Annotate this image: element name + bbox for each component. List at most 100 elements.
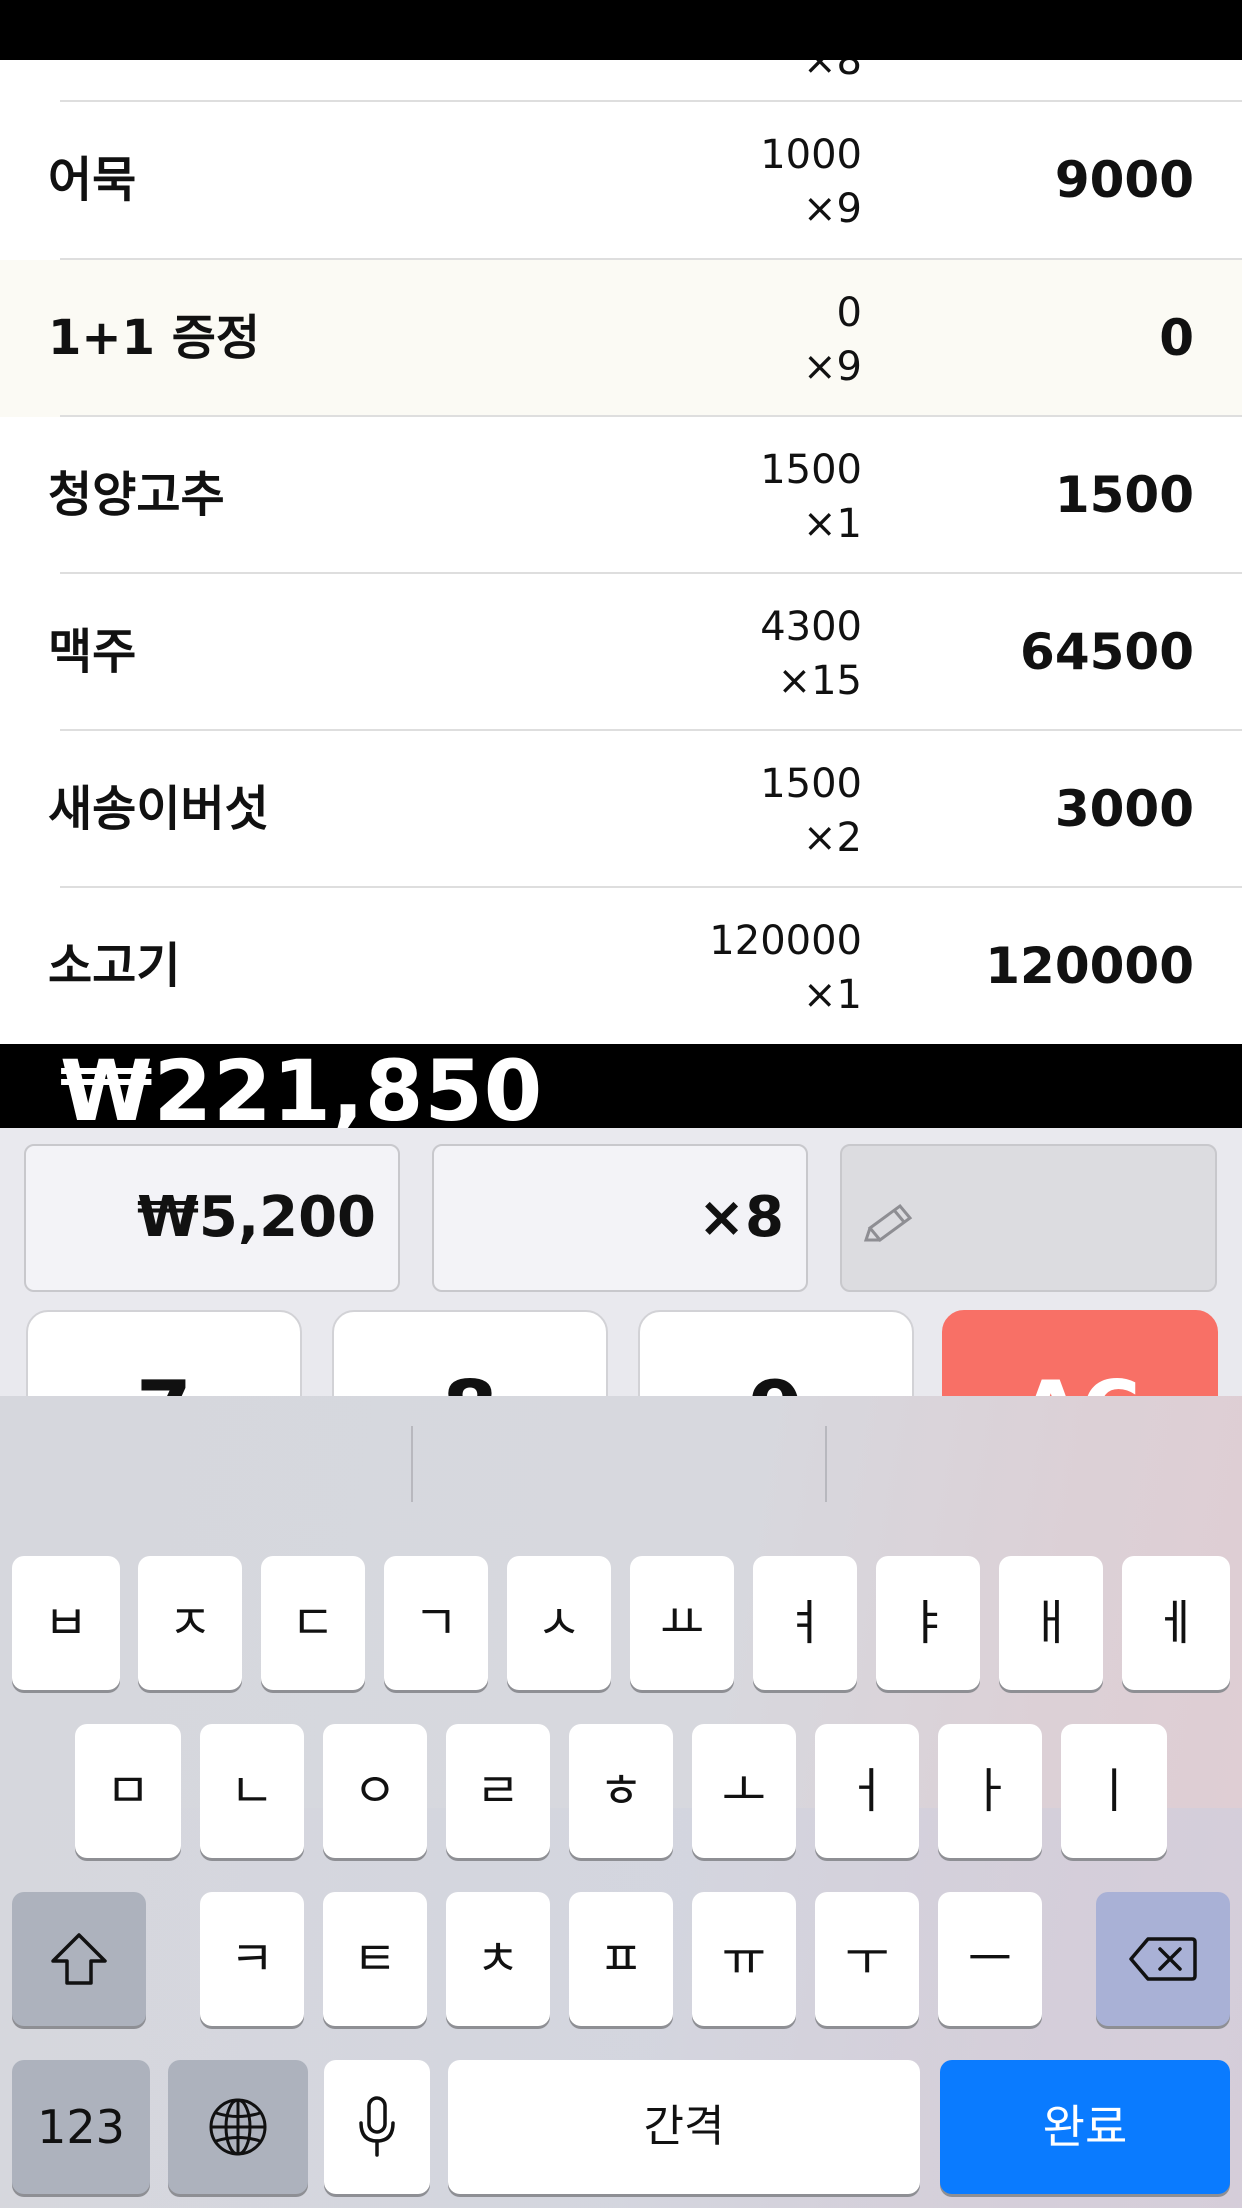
key-ya[interactable]: ㅑ — [876, 1556, 980, 1690]
item-name-field[interactable] — [840, 1144, 1217, 1292]
key-label: ㅏ — [967, 1763, 1013, 1819]
list-item[interactable]: 맥주 4300 ×15 64500 — [0, 574, 1242, 731]
key-label: ㅑ — [905, 1595, 951, 1651]
item-unit-price: 0 — [836, 290, 862, 336]
key-yo[interactable]: ㅛ — [630, 1556, 734, 1690]
price-value: ₩5,200 — [137, 1185, 376, 1250]
list-item[interactable]: 새송이버섯 1500 ×2 3000 — [0, 731, 1242, 888]
done-key[interactable]: 완료 — [940, 2060, 1230, 2194]
key-siot[interactable]: ㅅ — [507, 1556, 611, 1690]
key-jieut[interactable]: ㅈ — [138, 1556, 242, 1690]
suggestion-divider — [825, 1426, 827, 1502]
key-kieuk[interactable]: ㅋ — [200, 1892, 304, 2026]
key-label: 완료 — [1042, 2100, 1128, 2154]
quantity-value: ×8 — [698, 1185, 784, 1250]
item-total: 120000 — [985, 937, 1194, 995]
key-label: ㄴ — [229, 1763, 275, 1819]
suggestion-divider — [411, 1426, 413, 1502]
item-unit-price: 1500 — [760, 761, 862, 807]
item-name: 어묵 — [48, 152, 137, 208]
key-pieup[interactable]: ㅍ — [569, 1892, 673, 2026]
shift-icon — [51, 1933, 107, 1985]
numpad-digit: 9 — [640, 1364, 912, 1396]
key-giyeok[interactable]: ㄱ — [384, 1556, 488, 1690]
key-label: ㅅ — [536, 1595, 582, 1651]
numpad-digit: 8 — [334, 1364, 606, 1396]
quantity-field[interactable]: ×8 — [432, 1144, 808, 1292]
list-item-partial: ×8 — [0, 60, 1242, 102]
globe-icon — [209, 2098, 267, 2156]
key-tieut[interactable]: ㅌ — [323, 1892, 427, 2026]
delete-key[interactable] — [1096, 1892, 1230, 2026]
key-i[interactable]: ㅣ — [1061, 1724, 1167, 1858]
status-bar — [0, 0, 1242, 60]
item-name: 소고기 — [48, 938, 181, 994]
dictation-key[interactable] — [324, 2060, 430, 2194]
key-label: ㅈ — [167, 1595, 213, 1651]
grand-total-bar: ₩221,850 — [0, 1044, 1242, 1128]
item-list[interactable]: ×8 어묵 1000 ×9 9000 1+1 증정 0 ×9 0 청양고추 15… — [0, 60, 1242, 1044]
item-quantity: ×1 — [803, 501, 862, 547]
key-label: ㅐ — [1028, 1595, 1074, 1651]
key-nieun[interactable]: ㄴ — [200, 1724, 304, 1858]
item-quantity: ×15 — [777, 658, 862, 704]
key-digeut[interactable]: ㄷ — [261, 1556, 365, 1690]
key-label: ㅌ — [352, 1931, 398, 1987]
key-mieum[interactable]: ㅁ — [75, 1724, 181, 1858]
numbers-key[interactable]: 123 — [12, 2060, 150, 2194]
key-o[interactable]: ㅗ — [692, 1724, 796, 1858]
numpad-key-9[interactable]: 9 — [638, 1310, 914, 1396]
item-name: 1+1 증정 — [48, 310, 261, 366]
list-item[interactable]: 소고기 120000 ×1 120000 — [0, 888, 1242, 1044]
item-total: 0 — [1159, 309, 1194, 367]
item-total: 3000 — [1054, 780, 1194, 838]
key-chieut[interactable]: ㅊ — [446, 1892, 550, 2026]
entry-panel: ₩5,200 ×8 7 8 9 AC — [0, 1128, 1242, 1396]
item-quantity: ×8 — [803, 60, 862, 84]
list-item[interactable]: 1+1 증정 0 ×9 0 — [0, 260, 1242, 417]
item-total: 1500 — [1054, 466, 1194, 524]
numpad-digit: 7 — [28, 1364, 300, 1396]
item-quantity: ×9 — [803, 186, 862, 232]
key-yu[interactable]: ㅠ — [692, 1892, 796, 2026]
key-label: ㅕ — [782, 1595, 828, 1651]
key-bieup[interactable]: ㅂ — [12, 1556, 120, 1690]
key-yeo[interactable]: ㅕ — [753, 1556, 857, 1690]
key-eu[interactable]: ㅡ — [938, 1892, 1042, 2026]
key-label: ㅣ — [1091, 1763, 1137, 1819]
key-eo[interactable]: ㅓ — [815, 1724, 919, 1858]
globe-key[interactable] — [168, 2060, 308, 2194]
pencil-icon — [863, 1198, 918, 1243]
numpad-key-7[interactable]: 7 — [26, 1310, 302, 1396]
key-label: ㅡ — [967, 1931, 1013, 1987]
price-field[interactable]: ₩5,200 — [24, 1144, 400, 1292]
key-hieut[interactable]: ㅎ — [569, 1724, 673, 1858]
key-label: ㅍ — [598, 1931, 644, 1987]
key-e[interactable]: ㅔ — [1122, 1556, 1230, 1690]
item-name: 청양고추 — [48, 467, 225, 523]
list-item[interactable]: 청양고추 1500 ×1 1500 — [0, 417, 1242, 574]
grand-total: ₩221,850 — [60, 1044, 544, 1128]
item-quantity: ×1 — [803, 972, 862, 1018]
key-rieul[interactable]: ㄹ — [446, 1724, 550, 1858]
key-label: ㅁ — [105, 1763, 151, 1819]
key-label: ㄷ — [290, 1595, 336, 1651]
key-label: 123 — [37, 2100, 125, 2154]
key-label: ㅋ — [229, 1931, 275, 1987]
key-label: 간격 — [643, 2101, 725, 2152]
key-label: ㅂ — [43, 1595, 89, 1651]
key-label: ㅠ — [721, 1931, 767, 1987]
key-label: ㅓ — [844, 1763, 890, 1819]
key-label: ㄱ — [413, 1595, 459, 1651]
numpad-key-8[interactable]: 8 — [332, 1310, 608, 1396]
item-quantity: ×9 — [803, 344, 862, 390]
key-a[interactable]: ㅏ — [938, 1724, 1042, 1858]
backspace-icon — [1129, 1937, 1197, 1981]
space-key[interactable]: 간격 — [448, 2060, 920, 2194]
key-u[interactable]: ㅜ — [815, 1892, 919, 2026]
clear-all-button[interactable]: AC — [942, 1310, 1218, 1396]
key-ieung[interactable]: ㅇ — [323, 1724, 427, 1858]
shift-key[interactable] — [12, 1892, 146, 2026]
key-ae[interactable]: ㅐ — [999, 1556, 1103, 1690]
list-item[interactable]: 어묵 1000 ×9 9000 — [0, 102, 1242, 259]
